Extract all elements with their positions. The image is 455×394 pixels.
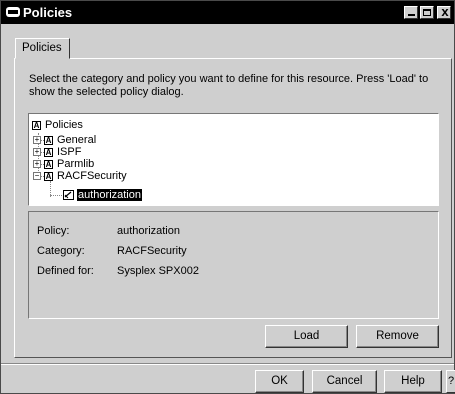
- policy-folder-icon: A: [44, 135, 53, 145]
- tree-item-parmlib[interactable]: + A Parmlib: [33, 158, 94, 170]
- policy-folder-icon: A: [44, 171, 53, 181]
- policy-folder-icon: A: [32, 120, 41, 130]
- policy-folder-icon: A: [44, 159, 53, 169]
- load-button[interactable]: Load: [265, 325, 348, 348]
- tree-connector: [50, 195, 62, 196]
- maximize-button[interactable]: [420, 6, 434, 19]
- expand-icon[interactable]: +: [33, 160, 41, 168]
- footer-separator: [1, 363, 454, 365]
- collapse-icon[interactable]: −: [33, 172, 41, 180]
- remove-button[interactable]: Remove: [356, 325, 439, 348]
- policy-folder-icon: A: [44, 147, 53, 157]
- policy-details-panel: Policy: authorization Category: RACFSecu…: [28, 211, 439, 319]
- policies-window: Policies x Policies Select the category …: [0, 0, 455, 394]
- tree-item-label: RACFSecurity: [57, 170, 127, 182]
- tab-policies-label: Policies: [22, 42, 62, 54]
- title-bar[interactable]: Policies x: [1, 1, 454, 24]
- category-value: RACFSecurity: [117, 245, 187, 257]
- tree-item-general[interactable]: + A General: [33, 134, 96, 146]
- tree-item-label: Parmlib: [57, 158, 95, 170]
- defined-for-value: Sysplex SPX002: [117, 265, 199, 277]
- tree-item-ispf[interactable]: + A ISPF: [33, 146, 81, 158]
- tree-item-label: authorization: [77, 189, 142, 201]
- defined-for-label: Defined for:: [37, 265, 94, 277]
- close-button[interactable]: x: [437, 4, 451, 19]
- context-help-button[interactable]: ?: [446, 370, 455, 393]
- policy-doc-icon: [63, 190, 74, 200]
- tree-item-label: ISPF: [57, 146, 82, 158]
- tree-item-label: General: [57, 134, 97, 146]
- window-title: Policies: [23, 5, 73, 20]
- minimize-button[interactable]: [404, 6, 418, 19]
- policy-tree[interactable]: A Policies + A General + A ISPF + A Parm…: [28, 113, 439, 206]
- policy-label: Policy:: [37, 225, 70, 237]
- window-app-icon[interactable]: [5, 4, 21, 20]
- tree-item-racfsecurity[interactable]: − A RACFSecurity: [33, 170, 127, 182]
- expand-icon[interactable]: +: [33, 148, 41, 156]
- tree-root[interactable]: A Policies: [32, 119, 83, 131]
- cancel-button[interactable]: Cancel: [312, 370, 377, 393]
- ok-button[interactable]: OK: [255, 370, 304, 393]
- tab-policies[interactable]: Policies: [15, 38, 70, 59]
- tree-root-label: Policies: [45, 119, 83, 131]
- help-button[interactable]: Help: [384, 370, 442, 393]
- instructions-text: Select the category and policy you want …: [29, 73, 429, 98]
- policy-value: authorization: [117, 225, 180, 237]
- category-label: Category:: [37, 245, 85, 257]
- tree-item-authorization[interactable]: authorization: [63, 189, 142, 201]
- close-icon: x: [441, 4, 449, 19]
- expand-icon[interactable]: +: [33, 136, 41, 144]
